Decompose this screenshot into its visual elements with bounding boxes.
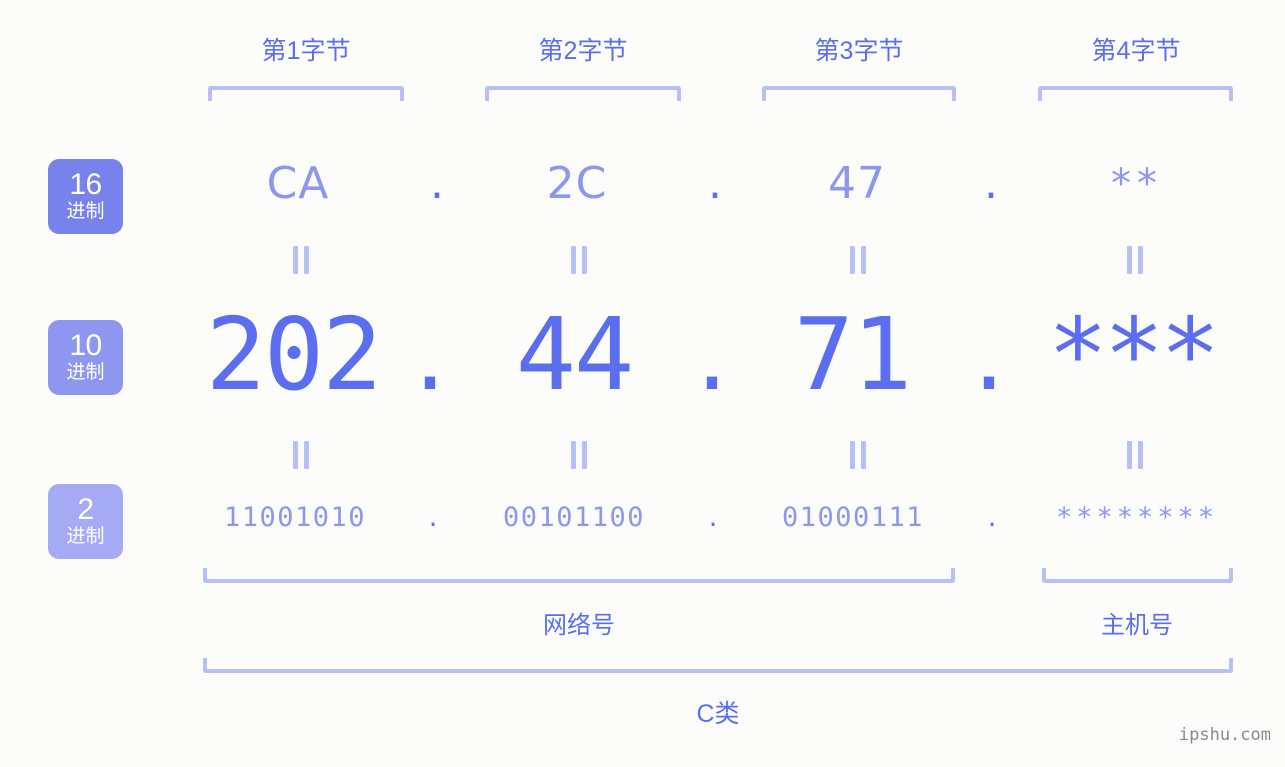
base-badge-decimal-number: 10 xyxy=(69,329,102,362)
hex-byte-3: 47 xyxy=(828,158,886,209)
network-label: 网络号 xyxy=(543,612,615,639)
byte-header-2: 第2字节 xyxy=(538,37,628,65)
binary-separator-2: . xyxy=(708,502,718,533)
decimal-separator-2: . xyxy=(696,296,728,413)
network-bracket xyxy=(203,568,955,583)
equals-connector-dec-bin-4 xyxy=(1124,441,1146,469)
ip-breakdown-diagram: 第1字节 第2字节 第3字节 第4字节 16 进制 10 进制 2 进制 CA … xyxy=(0,0,1285,767)
decimal-byte-2: 44 xyxy=(515,296,634,413)
binary-separator-1: . xyxy=(428,502,438,533)
base-badge-hex-word: 进制 xyxy=(66,201,105,222)
decimal-byte-4: *** xyxy=(1047,296,1221,413)
byte-bracket-3 xyxy=(762,86,956,101)
binary-separator-3: . xyxy=(987,502,997,533)
equals-connector-hex-dec-3 xyxy=(847,246,869,274)
class-label: C类 xyxy=(696,700,740,728)
decimal-separator-3: . xyxy=(973,296,1005,413)
base-badge-hex-number: 16 xyxy=(69,168,102,201)
equals-connector-dec-bin-2 xyxy=(568,441,590,469)
equals-connector-hex-dec-2 xyxy=(568,246,590,274)
equals-connector-dec-bin-3 xyxy=(847,441,869,469)
byte-bracket-4 xyxy=(1038,86,1233,101)
watermark: ipshu.com xyxy=(1178,725,1271,745)
decimal-byte-1: 202 xyxy=(205,296,383,413)
byte-bracket-1 xyxy=(208,86,404,101)
equals-connector-hex-dec-1 xyxy=(290,246,312,274)
class-bracket xyxy=(203,658,1233,673)
decimal-byte-3: 71 xyxy=(793,296,912,413)
hex-separator-1: . xyxy=(430,158,444,209)
host-label: 主机号 xyxy=(1101,612,1173,639)
equals-connector-dec-bin-1 xyxy=(290,441,312,469)
base-badge-decimal-word: 进制 xyxy=(66,362,105,383)
hex-byte-2: 2C xyxy=(546,158,608,209)
hex-separator-3: . xyxy=(984,158,998,209)
base-badge-binary: 2 进制 xyxy=(48,484,123,559)
base-badge-decimal: 10 进制 xyxy=(48,320,123,395)
byte-header-4: 第4字节 xyxy=(1091,37,1181,65)
binary-byte-1: 11001010 xyxy=(223,502,367,533)
hex-byte-1: CA xyxy=(266,158,330,209)
equals-connector-hex-dec-4 xyxy=(1124,246,1146,274)
base-badge-binary-number: 2 xyxy=(77,493,94,526)
byte-bracket-2 xyxy=(485,86,681,101)
binary-byte-3: 01000111 xyxy=(781,502,925,533)
hex-separator-2: . xyxy=(708,158,722,209)
decimal-separator-1: . xyxy=(414,296,446,413)
hex-byte-4: ** xyxy=(1111,161,1163,207)
binary-byte-4: ******** xyxy=(1055,502,1219,533)
base-badge-binary-word: 进制 xyxy=(66,526,105,547)
binary-byte-2: 00101100 xyxy=(502,502,646,533)
base-badge-hex: 16 进制 xyxy=(48,159,123,234)
byte-header-1: 第1字节 xyxy=(261,37,351,65)
host-bracket xyxy=(1042,568,1233,583)
byte-header-3: 第3字节 xyxy=(814,37,904,65)
